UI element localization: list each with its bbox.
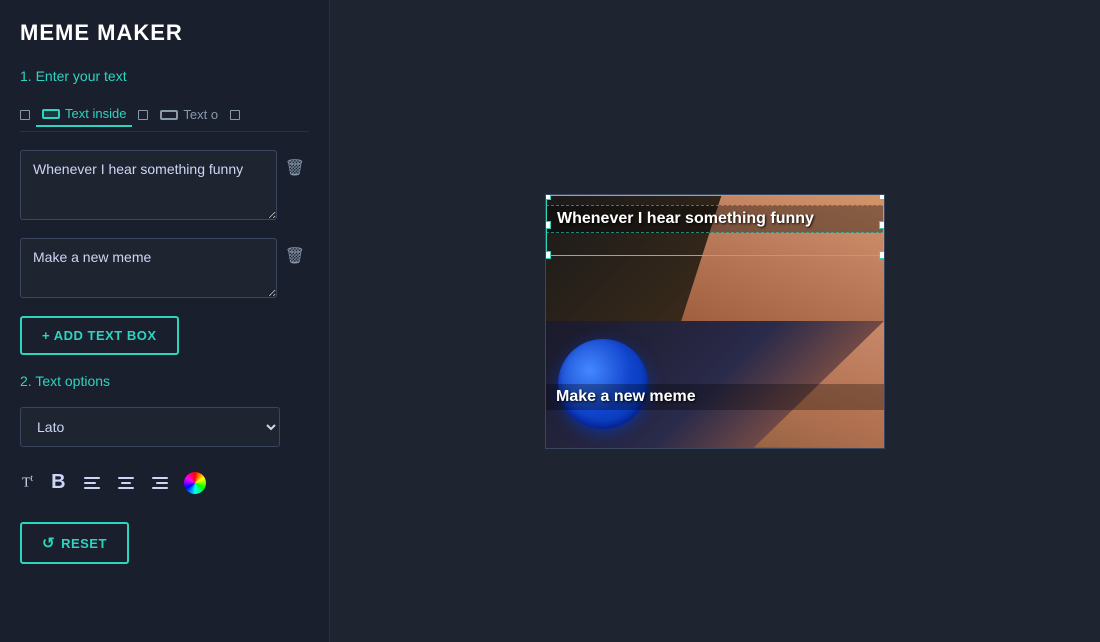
meme-image: Whenever I hear something funny [545, 194, 885, 449]
meme-top-half: Whenever I hear something funny [546, 195, 884, 322]
main-canvas: Whenever I hear something funny [330, 0, 1100, 642]
section2-label: 2. Text options [20, 373, 309, 389]
tab-icon-1 [42, 109, 60, 119]
reset-button[interactable]: ↺ RESET [20, 522, 129, 564]
font-select[interactable]: Lato Arial Impact Comic Sans MS [20, 407, 280, 447]
format-toolbar: Tt B [20, 469, 309, 496]
textarea-wrapper-1: Whenever I hear something funny 🗑 [20, 150, 309, 220]
tab-icon-2 [160, 110, 178, 120]
delete-textbox-1-button[interactable]: 🗑 [281, 154, 309, 182]
delete-textbox-2-button[interactable]: 🗑 [281, 242, 309, 270]
meme-overlay-text-bottom: Make a new meme [546, 384, 884, 410]
reset-icon: ↺ [42, 534, 55, 552]
align-right-button[interactable] [150, 475, 170, 491]
handle-tl [545, 194, 551, 200]
add-textbox-button[interactable]: + ADD TEXT BOX [20, 316, 179, 355]
meme-container: Whenever I hear something funny [545, 194, 885, 449]
tabs-row: Text inside Text o [20, 102, 309, 132]
handle-bl [545, 251, 551, 259]
textarea-wrapper-2: Make a new meme 🗑 [20, 238, 309, 298]
tab-handle-3 [230, 110, 240, 120]
align-center-button[interactable] [116, 475, 136, 491]
sidebar: MEME MAKER 1. Enter your text Text insid… [0, 0, 330, 642]
meme-overlay-text-top: Whenever I hear something funny [546, 205, 884, 233]
tab-handle-2 [138, 110, 148, 120]
meme-bottom-half: Make a new meme [546, 321, 884, 448]
tab-text-outside[interactable]: Text o [154, 103, 224, 126]
color-picker-button[interactable] [184, 472, 206, 494]
section1-label: 1. Enter your text [20, 68, 309, 84]
align-left-button[interactable] [82, 475, 102, 491]
tab-handle-1 [20, 110, 30, 120]
font-size-button[interactable]: Tt [20, 471, 35, 494]
app-title: MEME MAKER [20, 20, 309, 46]
meme-text-input-1[interactable]: Whenever I hear something funny [20, 150, 277, 220]
meme-text-input-2[interactable]: Make a new meme [20, 238, 277, 298]
tab-text-inside[interactable]: Text inside [36, 102, 132, 127]
bold-button[interactable]: B [49, 469, 67, 496]
